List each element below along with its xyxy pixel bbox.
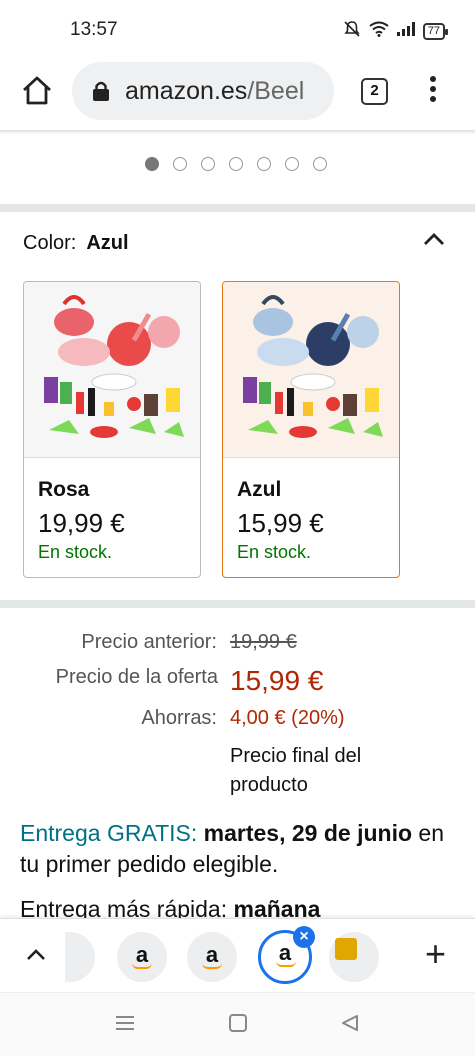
section-divider bbox=[0, 204, 475, 212]
section-divider bbox=[0, 600, 475, 608]
chevron-up-icon[interactable] bbox=[26, 947, 46, 961]
carousel-dot[interactable] bbox=[201, 157, 215, 171]
url-text: amazon.es/Beel bbox=[125, 77, 304, 106]
previous-price-value: 19,99 € bbox=[230, 631, 297, 653]
color-selected: Azul bbox=[86, 232, 129, 254]
delivery-date: martes, 29 de junio bbox=[203, 820, 413, 846]
system-nav-bar bbox=[0, 992, 475, 1056]
close-tab-icon[interactable]: × bbox=[293, 926, 315, 948]
signal-icon bbox=[396, 22, 415, 41]
status-time: 13:57 bbox=[70, 19, 118, 40]
chevron-up-icon[interactable] bbox=[423, 232, 445, 246]
option-price: 15,99 € bbox=[237, 508, 324, 538]
carousel-dots bbox=[145, 157, 327, 171]
mute-icon bbox=[343, 20, 361, 43]
color-option-azul[interactable]: Azul 15,99 € En stock. bbox=[222, 281, 400, 578]
home-nav-icon[interactable] bbox=[228, 1013, 248, 1038]
back-icon[interactable] bbox=[340, 1013, 360, 1038]
url-path: /Beel bbox=[247, 77, 305, 105]
option-stock: En stock. bbox=[237, 542, 312, 562]
home-icon[interactable] bbox=[20, 74, 54, 108]
wifi-icon bbox=[369, 21, 389, 42]
carousel-dot[interactable] bbox=[313, 157, 327, 171]
option-name: Rosa bbox=[38, 478, 90, 501]
fnac-logo-icon bbox=[335, 938, 357, 960]
battery-icon: 77 bbox=[422, 23, 449, 40]
tab-amazon[interactable]: a bbox=[187, 932, 237, 982]
carousel-dot[interactable] bbox=[145, 157, 159, 171]
savings-value: 4,00 € (20%) bbox=[230, 707, 345, 729]
color-label: Color: bbox=[23, 232, 77, 254]
tab-switcher-button[interactable]: 2 bbox=[361, 78, 388, 105]
deal-price-value: 15,99 € bbox=[230, 665, 324, 696]
option-price: 19,99 € bbox=[38, 508, 125, 538]
color-option-rosa[interactable]: Rosa 19,99 € En stock. bbox=[23, 281, 201, 578]
color-selector-header[interactable]: Color: Azul bbox=[23, 232, 129, 255]
previous-price-label: Precio anterior: bbox=[81, 631, 217, 653]
product-image-azul bbox=[223, 282, 399, 458]
url-host: amazon.es bbox=[125, 77, 248, 105]
delivery-info: Entrega GRATIS: martes, 29 de junio en t… bbox=[20, 818, 460, 880]
carousel-dot[interactable] bbox=[257, 157, 271, 171]
new-tab-icon[interactable]: + bbox=[425, 933, 446, 975]
recents-icon[interactable] bbox=[114, 1013, 136, 1038]
overflow-menu-icon[interactable] bbox=[427, 76, 439, 106]
option-name: Azul bbox=[237, 478, 282, 501]
lock-icon bbox=[92, 80, 110, 102]
browser-toolbar: amazon.es/Beel 2 bbox=[0, 60, 475, 130]
final-price-note: Precio final del producto bbox=[230, 745, 362, 796]
deal-price-label: Precio de la oferta bbox=[55, 666, 218, 688]
product-image-rosa bbox=[24, 282, 200, 458]
free-delivery-link[interactable]: Entrega GRATIS: bbox=[20, 820, 197, 846]
tab-amazon[interactable]: a bbox=[117, 932, 167, 982]
carousel-dot[interactable] bbox=[173, 157, 187, 171]
status-bar: 13:57 77 bbox=[0, 0, 475, 60]
carousel-dot[interactable] bbox=[229, 157, 243, 171]
tab-partial[interactable] bbox=[65, 932, 95, 982]
savings-label: Ahorras: bbox=[141, 707, 217, 729]
address-bar[interactable]: amazon.es/Beel bbox=[72, 62, 334, 120]
option-stock: En stock. bbox=[38, 542, 113, 562]
tab-strip: a a a × + bbox=[0, 918, 475, 992]
carousel-dot[interactable] bbox=[285, 157, 299, 171]
